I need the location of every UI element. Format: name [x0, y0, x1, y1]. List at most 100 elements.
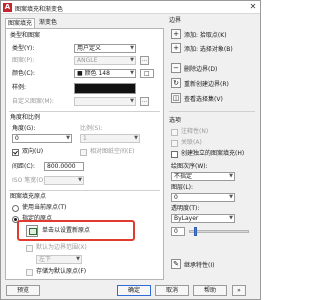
add-select-objects-button[interactable]: + 添加: 选择对象(B)	[171, 43, 257, 54]
ok-button[interactable]: 确定	[117, 285, 151, 296]
color-select-value: ■ 颜色 148	[77, 70, 110, 77]
chevron-down-icon: ▼	[130, 57, 134, 63]
help-button[interactable]: 帮助	[193, 285, 227, 296]
cancel-button[interactable]: 取消	[155, 285, 189, 296]
set-new-origin-button[interactable]	[26, 225, 38, 237]
angle-scale-section-title: 角度和比例	[10, 114, 41, 121]
angle-label: 角度(G):	[12, 125, 36, 132]
add-pick-points-label: 添加: 拾取点(K)	[184, 32, 227, 39]
view-selections-icon: ◫	[171, 93, 181, 103]
remove-boundaries-label: 删除边界(D)	[184, 66, 218, 73]
divider	[9, 111, 160, 112]
draw-order-label: 绘图次序(W):	[171, 163, 208, 170]
layer-select[interactable]: 0 ▼	[171, 193, 235, 202]
add-pick-points-button[interactable]: + 添加: 拾取点(K)	[171, 29, 257, 40]
chevron-down-icon: ▼	[66, 135, 70, 141]
set-new-origin-label: 单击以设置新原点	[42, 227, 91, 234]
tab-gradient[interactable]: 渐变色	[37, 18, 59, 28]
store-default-origin-checkbox[interactable]	[26, 269, 33, 276]
layer-value: 0	[174, 194, 178, 201]
hatch-tab-panel: 类型和图案 类型(Y): 用户定义 ▼ 图案(P): ANGLE ▼ … 颜色(…	[5, 28, 164, 280]
layer-label: 图层(L):	[171, 184, 194, 191]
separate-hatches-checkbox[interactable]	[171, 151, 178, 158]
default-boundary-label: 默认为边界范围(X)	[36, 244, 87, 251]
inherit-properties-icon: ✎	[171, 259, 181, 269]
pattern-sample-swatch[interactable]	[74, 83, 136, 94]
scale-select[interactable]: 1 ▼	[80, 134, 140, 143]
annotative-checkbox[interactable]	[171, 129, 178, 136]
separate-hatches-label: 创建独立的图案填充(H)	[181, 150, 245, 157]
default-boundary-value: 左下	[39, 256, 52, 263]
close-icon[interactable]: ✕	[248, 2, 258, 12]
type-label: 类型(Y):	[12, 45, 35, 52]
chevron-down-icon: ▼	[76, 256, 80, 262]
tab-hatch[interactable]: 图案填充	[5, 18, 36, 28]
transparency-select[interactable]: ByLayer ▼	[171, 214, 235, 223]
spacing-label: 间距(C):	[12, 163, 35, 170]
double-label: 双向(U)	[22, 148, 44, 155]
recreate-boundary-button[interactable]: ↻ 重新创建边界(R)	[171, 78, 257, 89]
custom-pattern-select[interactable]: ▼	[74, 97, 136, 106]
sample-label: 样例:	[12, 84, 27, 91]
add-select-objects-icon: +	[171, 43, 181, 53]
transparency-slider[interactable]	[189, 230, 249, 233]
use-current-origin-label: 使用当前原点(T)	[22, 204, 67, 211]
default-boundary-select[interactable]: 左下 ▼	[36, 255, 82, 264]
scale-label: 比例(S):	[80, 125, 103, 132]
remove-boundaries-button[interactable]: − 删除边界(D)	[171, 63, 257, 74]
transparency-value: ByLayer	[174, 215, 199, 222]
type-pattern-section-title: 类型和图案	[10, 32, 41, 39]
origin-section-title: 图案填充原点	[10, 193, 47, 200]
double-checkbox[interactable]	[12, 149, 19, 156]
relative-paperspace-checkbox[interactable]	[80, 149, 87, 156]
angle-select[interactable]: 0 ▼	[12, 134, 72, 143]
pattern-browse-button[interactable]: …	[140, 56, 149, 65]
color-select[interactable]: ■ 颜色 148 ▼	[74, 69, 136, 78]
transparency-slider-thumb[interactable]	[194, 227, 197, 236]
transparency-label: 透明度(T):	[171, 205, 200, 212]
remove-boundaries-icon: −	[171, 63, 181, 73]
store-default-origin-label: 存储为默认原点(F)	[36, 268, 87, 275]
custom-pattern-browse-button[interactable]: …	[140, 97, 149, 106]
chevron-down-icon: ▼	[134, 135, 138, 141]
background-color-select[interactable]: □	[140, 69, 154, 78]
pattern-label: 图案(P):	[12, 57, 35, 64]
options-section-title: 选项	[169, 117, 182, 124]
hatch-dialog-window: A 图案填充和渐变色 ✕ 图案填充 渐变色 类型和图案 类型(Y): 用户定义 …	[0, 0, 261, 300]
more-options-button[interactable]: »	[232, 285, 246, 296]
transparency-amount-input[interactable]: 0	[171, 227, 185, 236]
chevron-down-icon: ▼	[229, 173, 233, 179]
view-selections-label: 查看选择集(V)	[184, 96, 223, 103]
chevron-down-icon: ▼	[130, 45, 134, 51]
associative-label: 关联(A)	[181, 139, 202, 146]
default-boundary-checkbox[interactable]	[26, 245, 33, 252]
view-selections-button[interactable]: ◫ 查看选择集(V)	[171, 93, 257, 104]
pattern-select-value: ANGLE	[77, 57, 98, 64]
annotative-label: 注释性(N)	[181, 128, 209, 135]
preview-button[interactable]: 预览	[6, 285, 40, 296]
chevron-down-icon: ▼	[229, 215, 233, 221]
use-current-origin-radio[interactable]	[12, 205, 19, 212]
inherit-properties-button[interactable]: ✎ 继承特性(I)	[171, 259, 257, 270]
angle-select-value: 0	[15, 135, 19, 142]
chevron-down-icon: ▼	[130, 98, 134, 104]
add-select-objects-label: 添加: 选择对象(B)	[184, 46, 233, 53]
relative-paperspace-label: 相对图纸空间(E)	[90, 148, 135, 155]
iso-pen-width-select[interactable]: ▼	[44, 176, 84, 185]
pick-point-icon	[29, 228, 37, 235]
divider	[169, 111, 255, 112]
associative-checkbox[interactable]	[171, 140, 178, 147]
spacing-input[interactable]: 800.0000	[44, 162, 84, 171]
autocad-app-icon: A	[3, 3, 12, 12]
draw-order-select[interactable]: 不指定 ▼	[171, 172, 235, 181]
chevron-down-icon: ▼	[78, 177, 82, 183]
draw-order-value: 不指定	[174, 173, 193, 180]
iso-pen-width-label: ISO 笔宽(O):	[12, 177, 48, 184]
recreate-boundary-label: 重新创建边界(R)	[184, 81, 229, 88]
type-select[interactable]: 用户定义 ▼	[74, 44, 136, 53]
type-select-value: 用户定义	[77, 45, 102, 52]
recreate-boundary-icon: ↻	[171, 78, 181, 88]
chevron-down-icon: ▼	[130, 70, 134, 76]
boundaries-section-title: 边界	[169, 17, 182, 24]
pattern-select[interactable]: ANGLE ▼	[74, 56, 136, 65]
